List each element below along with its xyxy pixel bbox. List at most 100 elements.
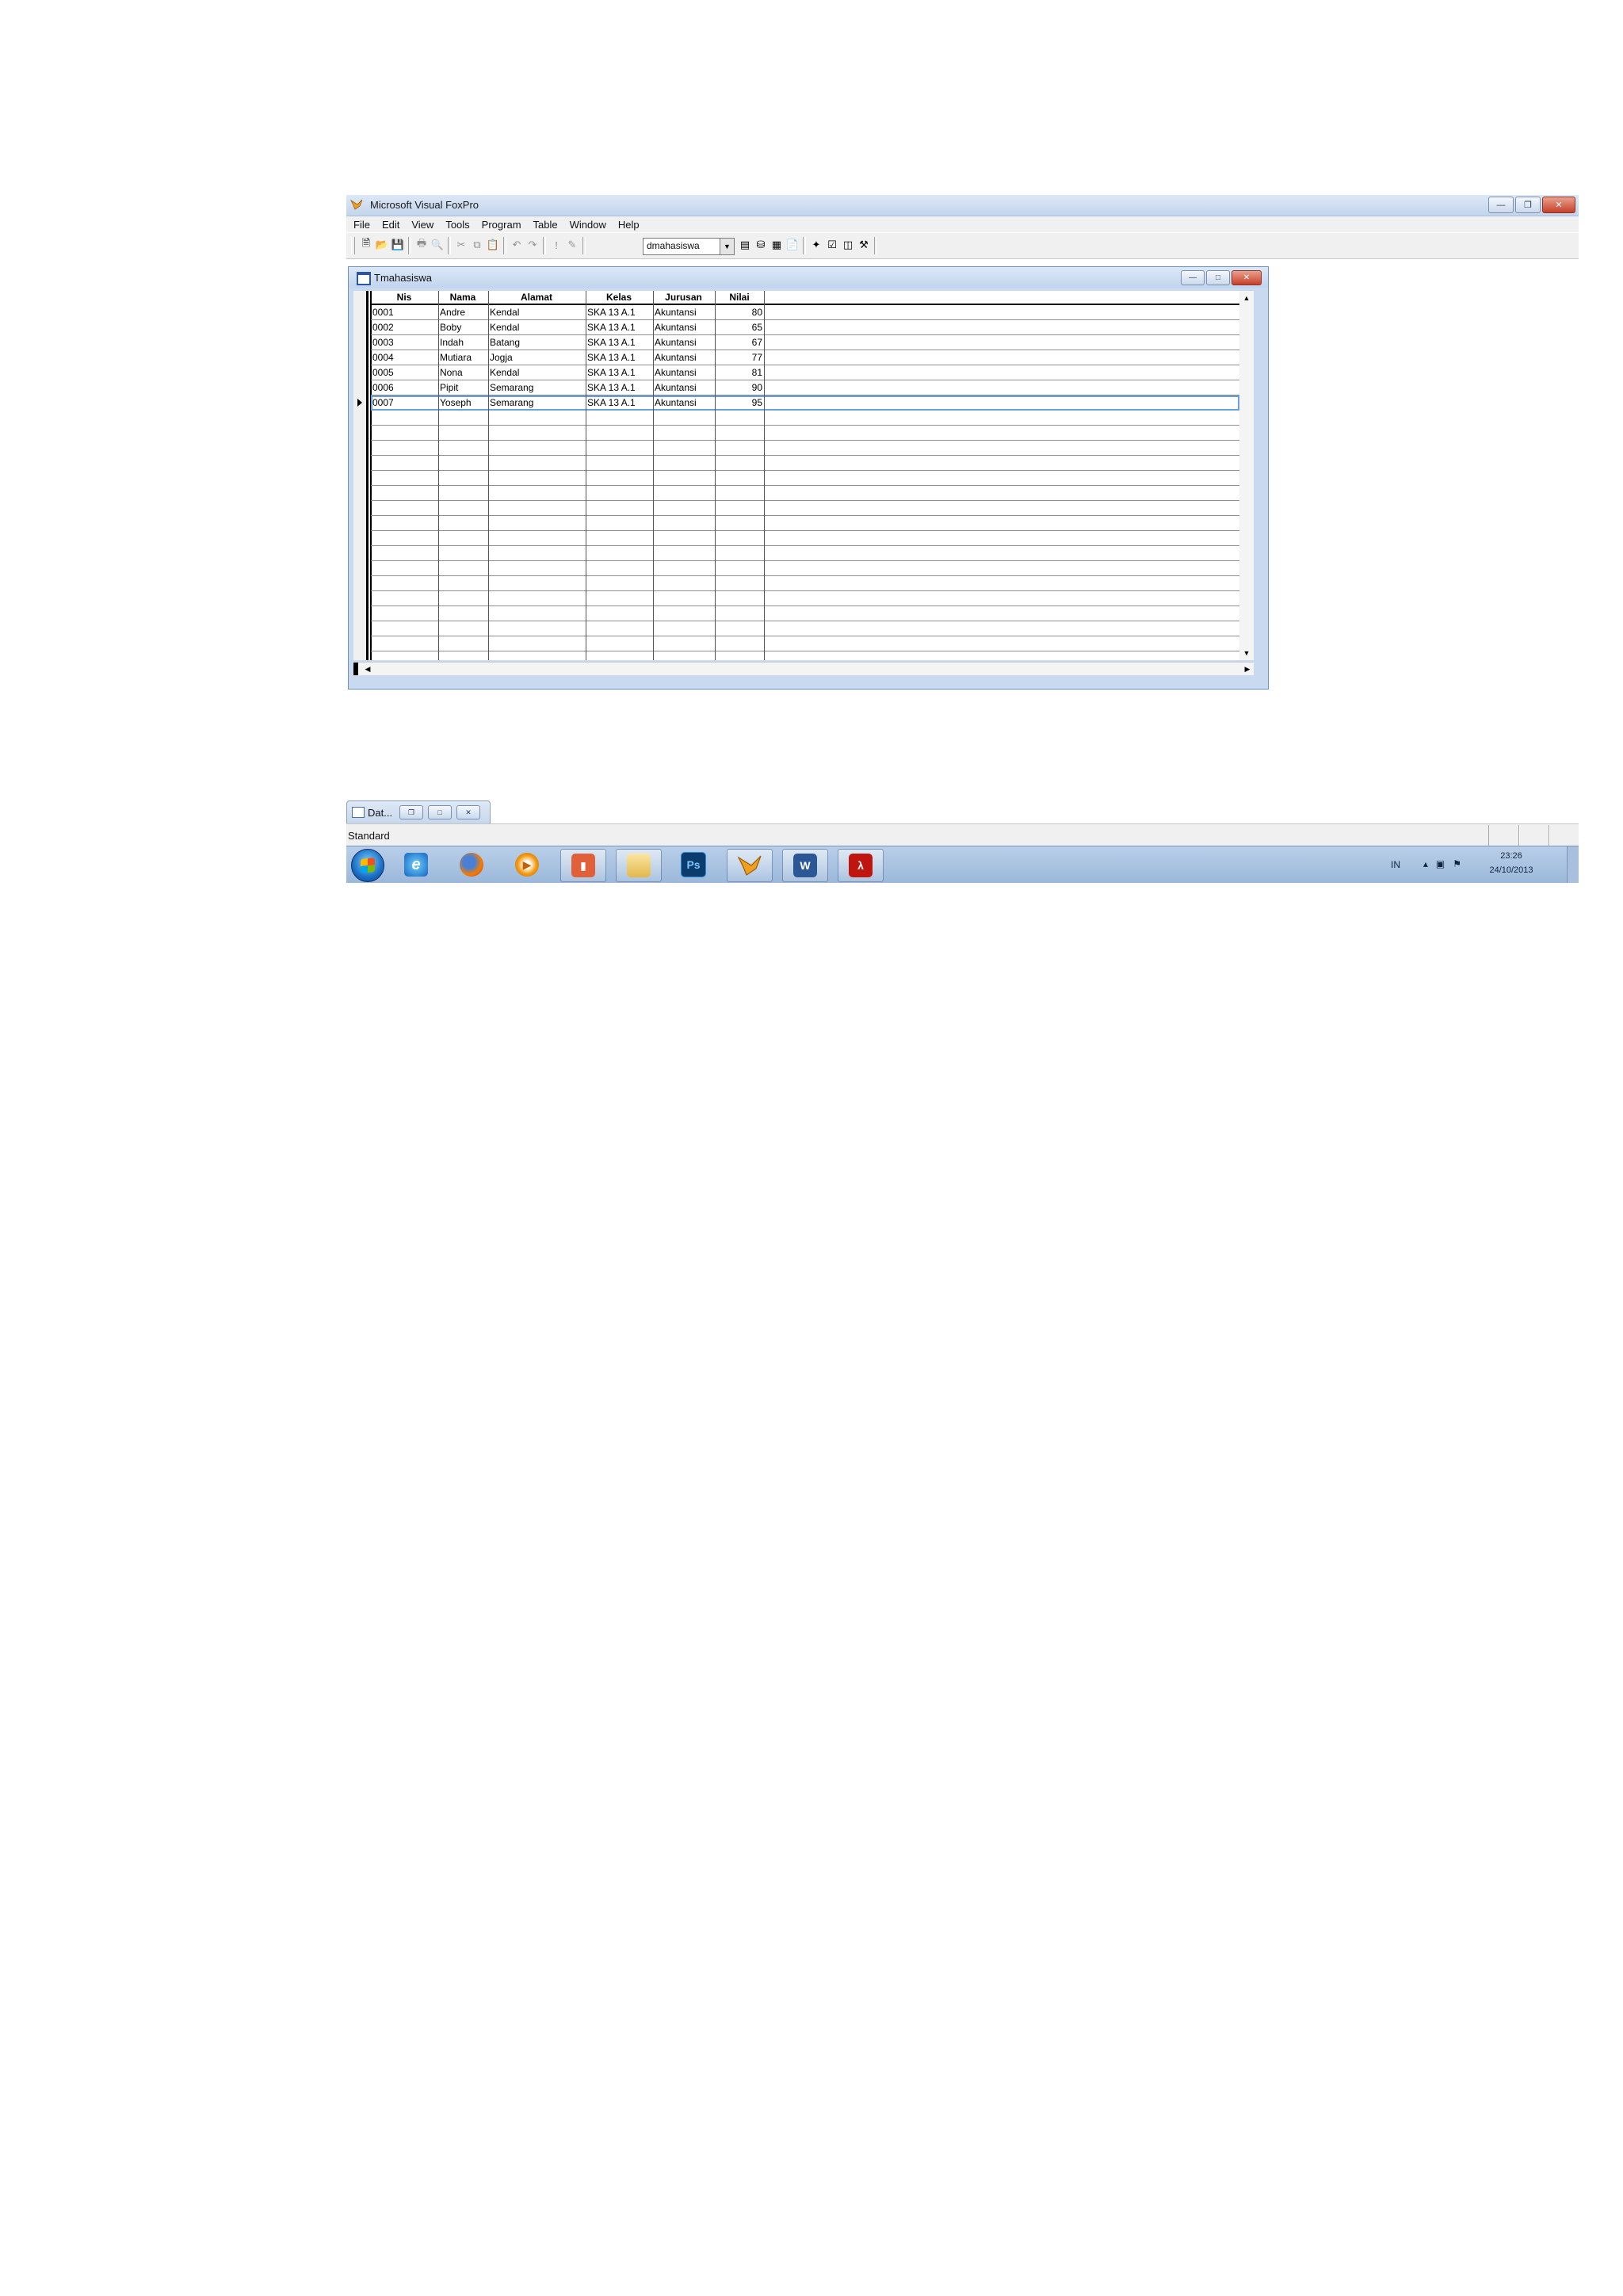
data-session-icon[interactable]: ⛁ — [754, 238, 768, 252]
cell-nama[interactable]: Andre — [440, 307, 465, 318]
toolbar-grip[interactable] — [351, 237, 355, 254]
column-header-kelas[interactable]: Kelas — [586, 292, 652, 303]
cell-nis[interactable]: 0007 — [372, 397, 394, 408]
cell-jurusan[interactable]: Akuntansi — [655, 337, 697, 348]
table-row[interactable]: 0002 Boby Kendal SKA 13 A.1 Akuntansi 65 — [371, 320, 1239, 335]
photoshop-icon[interactable]: Ps — [671, 849, 716, 881]
cell-alamat[interactable]: Semarang — [490, 397, 533, 408]
empty-row[interactable] — [371, 606, 1239, 621]
column-divider[interactable] — [488, 291, 489, 660]
column-header-nis[interactable]: Nis — [371, 292, 437, 303]
cell-nis[interactable]: 0006 — [372, 382, 394, 393]
menu-help[interactable]: Help — [611, 219, 644, 231]
cell-nis[interactable]: 0004 — [372, 352, 394, 363]
visual-foxpro-icon[interactable] — [727, 849, 773, 882]
table-row[interactable]: 0003 Indah Batang SKA 13 A.1 Akuntansi 67 — [371, 335, 1239, 350]
cell-nama[interactable]: Mutiara — [440, 352, 472, 363]
cell-jurusan[interactable]: Akuntansi — [655, 352, 697, 363]
builder-tools-icon[interactable]: ⚒ — [857, 238, 871, 252]
database-combo[interactable]: dmahasiswa ▼ — [643, 238, 735, 255]
cut-icon[interactable]: ✂ — [454, 238, 468, 252]
column-header-nilai[interactable]: Nilai — [715, 292, 764, 303]
empty-row[interactable] — [371, 621, 1239, 636]
print-preview-icon[interactable]: 🔍 — [430, 238, 445, 252]
browse-grid[interactable]: Nis Nama Alamat Kelas Jurusan Nilai 0001… — [353, 291, 1239, 660]
clock-time[interactable]: 23:26 — [1484, 851, 1539, 861]
cell-nama[interactable]: Yoseph — [440, 397, 472, 408]
browse-minimize-button[interactable]: — — [1181, 270, 1205, 285]
cell-jurusan[interactable]: Akuntansi — [655, 307, 697, 318]
menu-view[interactable]: View — [404, 219, 438, 231]
menu-program[interactable]: Program — [475, 219, 526, 231]
media-player-icon[interactable]: ▶ — [505, 849, 549, 881]
print-icon[interactable]: 🖶 — [414, 237, 429, 252]
cell-nama[interactable]: Indah — [440, 337, 464, 348]
empty-row[interactable] — [371, 471, 1239, 486]
empty-row[interactable] — [371, 441, 1239, 456]
minimized-restore-button[interactable]: ❐ — [399, 805, 423, 819]
cell-jurusan[interactable]: Akuntansi — [655, 382, 697, 393]
table-row[interactable]: 0005 Nona Kendal SKA 13 A.1 Akuntansi 81 — [371, 365, 1239, 380]
cell-nilai[interactable]: 81 — [716, 367, 762, 378]
show-desktop-button[interactable] — [1567, 846, 1579, 883]
class-browser-icon[interactable]: ◫ — [841, 238, 855, 252]
horizontal-scrollbar[interactable]: ◀ ▶ — [353, 662, 1254, 675]
cell-jurusan[interactable]: Akuntansi — [655, 397, 697, 408]
empty-row[interactable] — [371, 591, 1239, 606]
table-row[interactable]: 0004 Mutiara Jogja SKA 13 A.1 Akuntansi 77 — [371, 350, 1239, 365]
report-preview-icon[interactable]: 📄 — [785, 238, 800, 252]
firefox-icon[interactable] — [449, 849, 494, 881]
scroll-right-icon[interactable]: ▶ — [1241, 663, 1254, 675]
minimize-button[interactable]: — — [1488, 197, 1514, 213]
column-divider[interactable] — [653, 291, 654, 660]
scroll-up-icon[interactable]: ▲ — [1239, 291, 1254, 305]
paste-icon[interactable]: 📋 — [486, 238, 500, 252]
new-file-icon[interactable]: 🗎 — [359, 237, 373, 252]
menu-edit[interactable]: Edit — [375, 219, 404, 231]
vertical-scrollbar[interactable]: ▲ ▼ — [1239, 291, 1254, 660]
menu-table[interactable]: Table — [526, 219, 563, 231]
column-divider[interactable] — [764, 291, 765, 660]
code-references-icon[interactable]: ✦ — [809, 238, 823, 252]
cell-nis[interactable]: 0001 — [372, 307, 394, 318]
browse-close-button[interactable]: ✕ — [1232, 270, 1262, 285]
cell-jurusan[interactable]: Akuntansi — [655, 322, 697, 333]
word-icon[interactable]: W — [782, 849, 828, 882]
cell-alamat[interactable]: Batang — [490, 337, 520, 348]
cell-alamat[interactable]: Kendal — [490, 322, 519, 333]
empty-row[interactable] — [371, 546, 1239, 561]
chevron-down-icon[interactable]: ▼ — [720, 239, 734, 254]
scroll-down-icon[interactable]: ▼ — [1239, 646, 1254, 660]
cell-kelas[interactable]: SKA 13 A.1 — [587, 337, 636, 348]
empty-row[interactable] — [371, 456, 1239, 471]
copy-icon[interactable]: ⧉ — [470, 238, 484, 252]
cell-nilai[interactable]: 67 — [716, 337, 762, 348]
minimized-close-button[interactable]: ✕ — [456, 805, 480, 819]
command-window-icon[interactable]: ▤ — [738, 238, 752, 252]
browse-window[interactable]: Tmahasiswa — □ ✕ Nis Nama Alamat Kelas J… — [348, 266, 1269, 690]
open-folder-icon[interactable]: 📂 — [375, 238, 389, 252]
column-header-jurusan[interactable]: Jurusan — [653, 292, 714, 303]
undo-icon[interactable]: ↶ — [510, 238, 524, 252]
menu-tools[interactable]: Tools — [438, 219, 474, 231]
partition-splitter[interactable] — [353, 663, 358, 675]
menu-file[interactable]: File — [346, 219, 375, 231]
empty-row[interactable] — [371, 636, 1239, 651]
clock-date[interactable]: 24/10/2013 — [1484, 865, 1539, 875]
restore-button[interactable]: ❐ — [1515, 197, 1541, 213]
cell-kelas[interactable]: SKA 13 A.1 — [587, 397, 636, 408]
cell-nilai[interactable]: 90 — [716, 382, 762, 393]
cell-nama[interactable]: Nona — [440, 367, 463, 378]
empty-row[interactable] — [371, 411, 1239, 426]
cell-nis[interactable]: 0002 — [372, 322, 394, 333]
empty-row[interactable] — [371, 426, 1239, 441]
menu-window[interactable]: Window — [563, 219, 611, 231]
cell-nama[interactable]: Boby — [440, 322, 461, 333]
column-divider[interactable] — [715, 291, 716, 660]
minimized-maximize-button[interactable]: □ — [428, 805, 452, 819]
empty-row[interactable] — [371, 651, 1239, 660]
internet-explorer-icon[interactable]: e — [394, 849, 438, 881]
cell-alamat[interactable]: Kendal — [490, 367, 519, 378]
modify-form-icon[interactable]: ✎ — [565, 238, 579, 252]
empty-row[interactable] — [371, 561, 1239, 576]
